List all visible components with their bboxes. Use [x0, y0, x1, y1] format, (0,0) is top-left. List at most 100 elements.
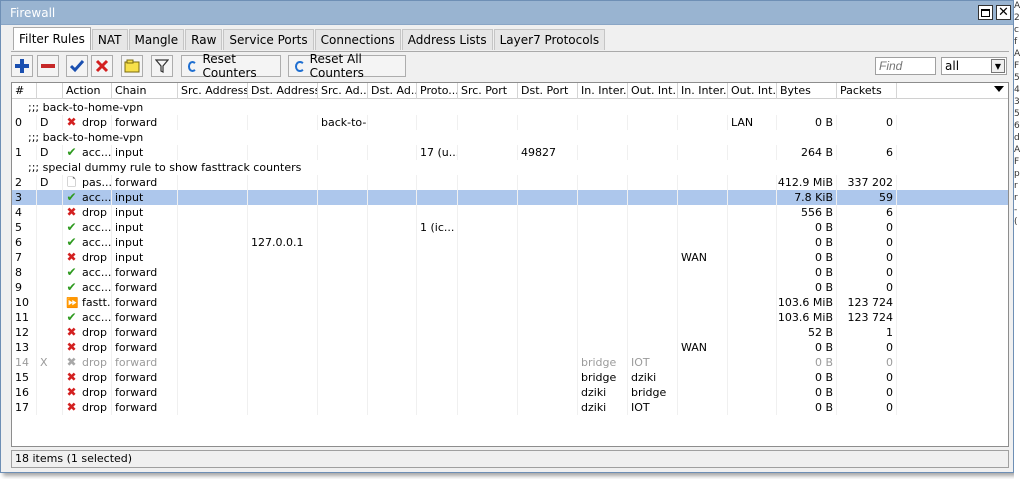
column-header-in-interface[interactable]: In. Inter...: [578, 83, 628, 99]
fragment-text: A: [1014, 49, 1020, 59]
cell-in-interface-list: [678, 385, 728, 400]
cell-src-address: [178, 190, 248, 205]
cell-protocol: [417, 250, 458, 265]
column-header-out-interface-list[interactable]: Out. Int...: [728, 83, 777, 99]
table-row[interactable]: 13 ✖ drop forward WAN 0 B0: [12, 340, 1008, 355]
column-header-action[interactable]: Action: [63, 83, 112, 99]
table-row[interactable]: 15 ✖ drop forward bridge dziki 0 B0: [12, 370, 1008, 385]
close-button[interactable]: ✕: [996, 5, 1011, 20]
title-bar[interactable]: Firewall ✕: [1, 1, 1013, 25]
fragment-text: A: [1014, 1, 1020, 11]
column-header-dst-port[interactable]: Dst. Port: [518, 83, 578, 99]
cell-flag: X: [37, 355, 63, 370]
cell-action: ✔ acc...: [63, 265, 112, 280]
cell-dst-address: [248, 265, 318, 280]
cell-dst-port: [518, 355, 578, 370]
remove-button[interactable]: [37, 55, 59, 77]
comment-button[interactable]: [121, 55, 143, 77]
cell-out-interface-list: LAN: [728, 115, 777, 130]
column-header-src-port[interactable]: Src. Port: [458, 83, 518, 99]
rule-comment-row[interactable]: ;;; back-to-home-vpn: [12, 130, 1008, 145]
cell-dst-address-list: [368, 145, 417, 160]
table-row[interactable]: 11 ✔ acc... forward 103.6 MiB 123 724: [12, 310, 1008, 325]
table-row[interactable]: 5 ✔ acc... input 1 (ic... 0 B0: [12, 220, 1008, 235]
column-header-chain[interactable]: Chain: [112, 83, 178, 99]
table-row[interactable]: 0D✖dropforwardback-to-...LAN0 B0: [12, 115, 1008, 130]
column-header-dst-address[interactable]: Dst. Address: [248, 83, 318, 99]
table-row[interactable]: 6 ✔ acc... input 127.0.0.1 0 B0: [12, 235, 1008, 250]
tab-filter-rules[interactable]: Filter Rules: [13, 27, 91, 50]
fragment-text: r: [1014, 193, 1018, 203]
column-header-num[interactable]: #: [12, 83, 37, 99]
table-row[interactable]: 8 ✔ acc... forward 0 B0: [12, 265, 1008, 280]
accept-icon: ✔: [66, 145, 77, 159]
cell-dst-address-list: [368, 280, 417, 295]
minus-icon: [41, 64, 55, 68]
add-button[interactable]: [11, 55, 33, 77]
column-header-flag[interactable]: [37, 83, 63, 99]
rule-comment-row[interactable]: ;;; back-to-home-vpn: [12, 100, 1008, 115]
filter-button[interactable]: [151, 55, 173, 77]
table-row[interactable]: 1 D ✔ acc... input 17 (u... 49827 264 B6: [12, 145, 1008, 160]
column-header-dst-address-list[interactable]: Dst. Ad...: [368, 83, 417, 99]
cell-chain: forward: [112, 175, 178, 190]
cell-out-interface: [628, 340, 678, 355]
column-header-protocol[interactable]: Proto...: [417, 83, 458, 99]
cell-out-interface-list: [728, 190, 777, 205]
fragment-text: F: [1014, 157, 1020, 167]
table-row[interactable]: 14 X ✖ drop forward bridge IOT 0 B0: [12, 355, 1008, 370]
column-header-in-interface-list[interactable]: In. Inter...: [678, 83, 728, 99]
cell-in-interface: [578, 190, 628, 205]
tab-raw[interactable]: Raw: [185, 29, 223, 50]
cell-out-interface-list: [728, 385, 777, 400]
disable-button[interactable]: [91, 55, 113, 77]
table-row[interactable]: 12 ✖ drop forward 52 B1: [12, 325, 1008, 340]
column-header-bytes[interactable]: Bytes: [777, 83, 837, 99]
find-input[interactable]: [875, 57, 936, 75]
cell-num: 11: [12, 310, 37, 325]
cell-in-interface-list: [678, 220, 728, 235]
cell-packets: 0: [837, 265, 897, 280]
cell-in-interface: [578, 340, 628, 355]
cell-chain: forward: [112, 115, 178, 130]
tab-layer7-protocols[interactable]: Layer7 Protocols: [493, 29, 606, 50]
fragment-text: 5: [1014, 73, 1020, 83]
table-row[interactable]: 3 ✔ acc... input 7.8 KiB 59: [12, 190, 1008, 205]
column-header-src-address-list[interactable]: Src. Ad...: [318, 83, 368, 99]
cell-in-interface-list: [678, 145, 728, 160]
table-row[interactable]: 2 D 🗋 pas... forward 412.9 MiB 337 202: [12, 175, 1008, 190]
tab-address-lists[interactable]: Address Lists: [401, 29, 493, 50]
cell-in-interface-list: [678, 355, 728, 370]
cell-dst-address: [248, 205, 318, 220]
rule-comment-row[interactable]: ;;; special dummy rule to show fasttrack…: [12, 160, 1008, 175]
cell-num: 2: [12, 175, 37, 190]
cell-packets: 123 724: [837, 310, 897, 325]
filter-select[interactable]: all ▼: [941, 57, 1007, 75]
table-row[interactable]: 17 ✖ drop forward dziki IOT 0 B0: [12, 400, 1008, 415]
cell-in-interface: bridge: [578, 370, 628, 385]
cell-out-interface-list: [728, 355, 777, 370]
tab-mangle[interactable]: Mangle: [128, 29, 185, 50]
table-row[interactable]: 10 ⏩fastt...forward 103.6 MiB123 724: [12, 295, 1008, 310]
table-row[interactable]: 9 ✔ acc... forward 0 B0: [12, 280, 1008, 295]
column-header-packets[interactable]: Packets: [837, 83, 897, 99]
cell-packets: 0: [837, 385, 897, 400]
tab-connections[interactable]: Connections: [314, 29, 401, 50]
accept-icon: ✔: [66, 310, 77, 324]
cell-src-port: [458, 250, 518, 265]
column-menu-icon[interactable]: [994, 86, 1004, 92]
cell-chain: forward: [112, 280, 178, 295]
column-header-src-address[interactable]: Src. Address: [178, 83, 248, 99]
reset-counters-button[interactable]: Reset Counters: [181, 52, 281, 80]
table-row[interactable]: 16 ✖ drop forward dziki bridge 0 B0: [12, 385, 1008, 400]
maximize-button[interactable]: [978, 5, 993, 20]
enable-button[interactable]: [66, 55, 88, 77]
table-row[interactable]: 7 ✖ drop input WAN 0 B0: [12, 250, 1008, 265]
column-header-out-interface[interactable]: Out. Int...: [628, 83, 678, 99]
tab-nat[interactable]: NAT: [91, 29, 128, 50]
reset-all-counters-button[interactable]: Reset All Counters: [288, 52, 406, 80]
cell-bytes: 0 B: [777, 370, 837, 385]
table-row[interactable]: 4 ✖ drop input 556 B6: [12, 205, 1008, 220]
cell-src-port: [458, 325, 518, 340]
tab-service-ports[interactable]: Service Ports: [223, 29, 314, 50]
